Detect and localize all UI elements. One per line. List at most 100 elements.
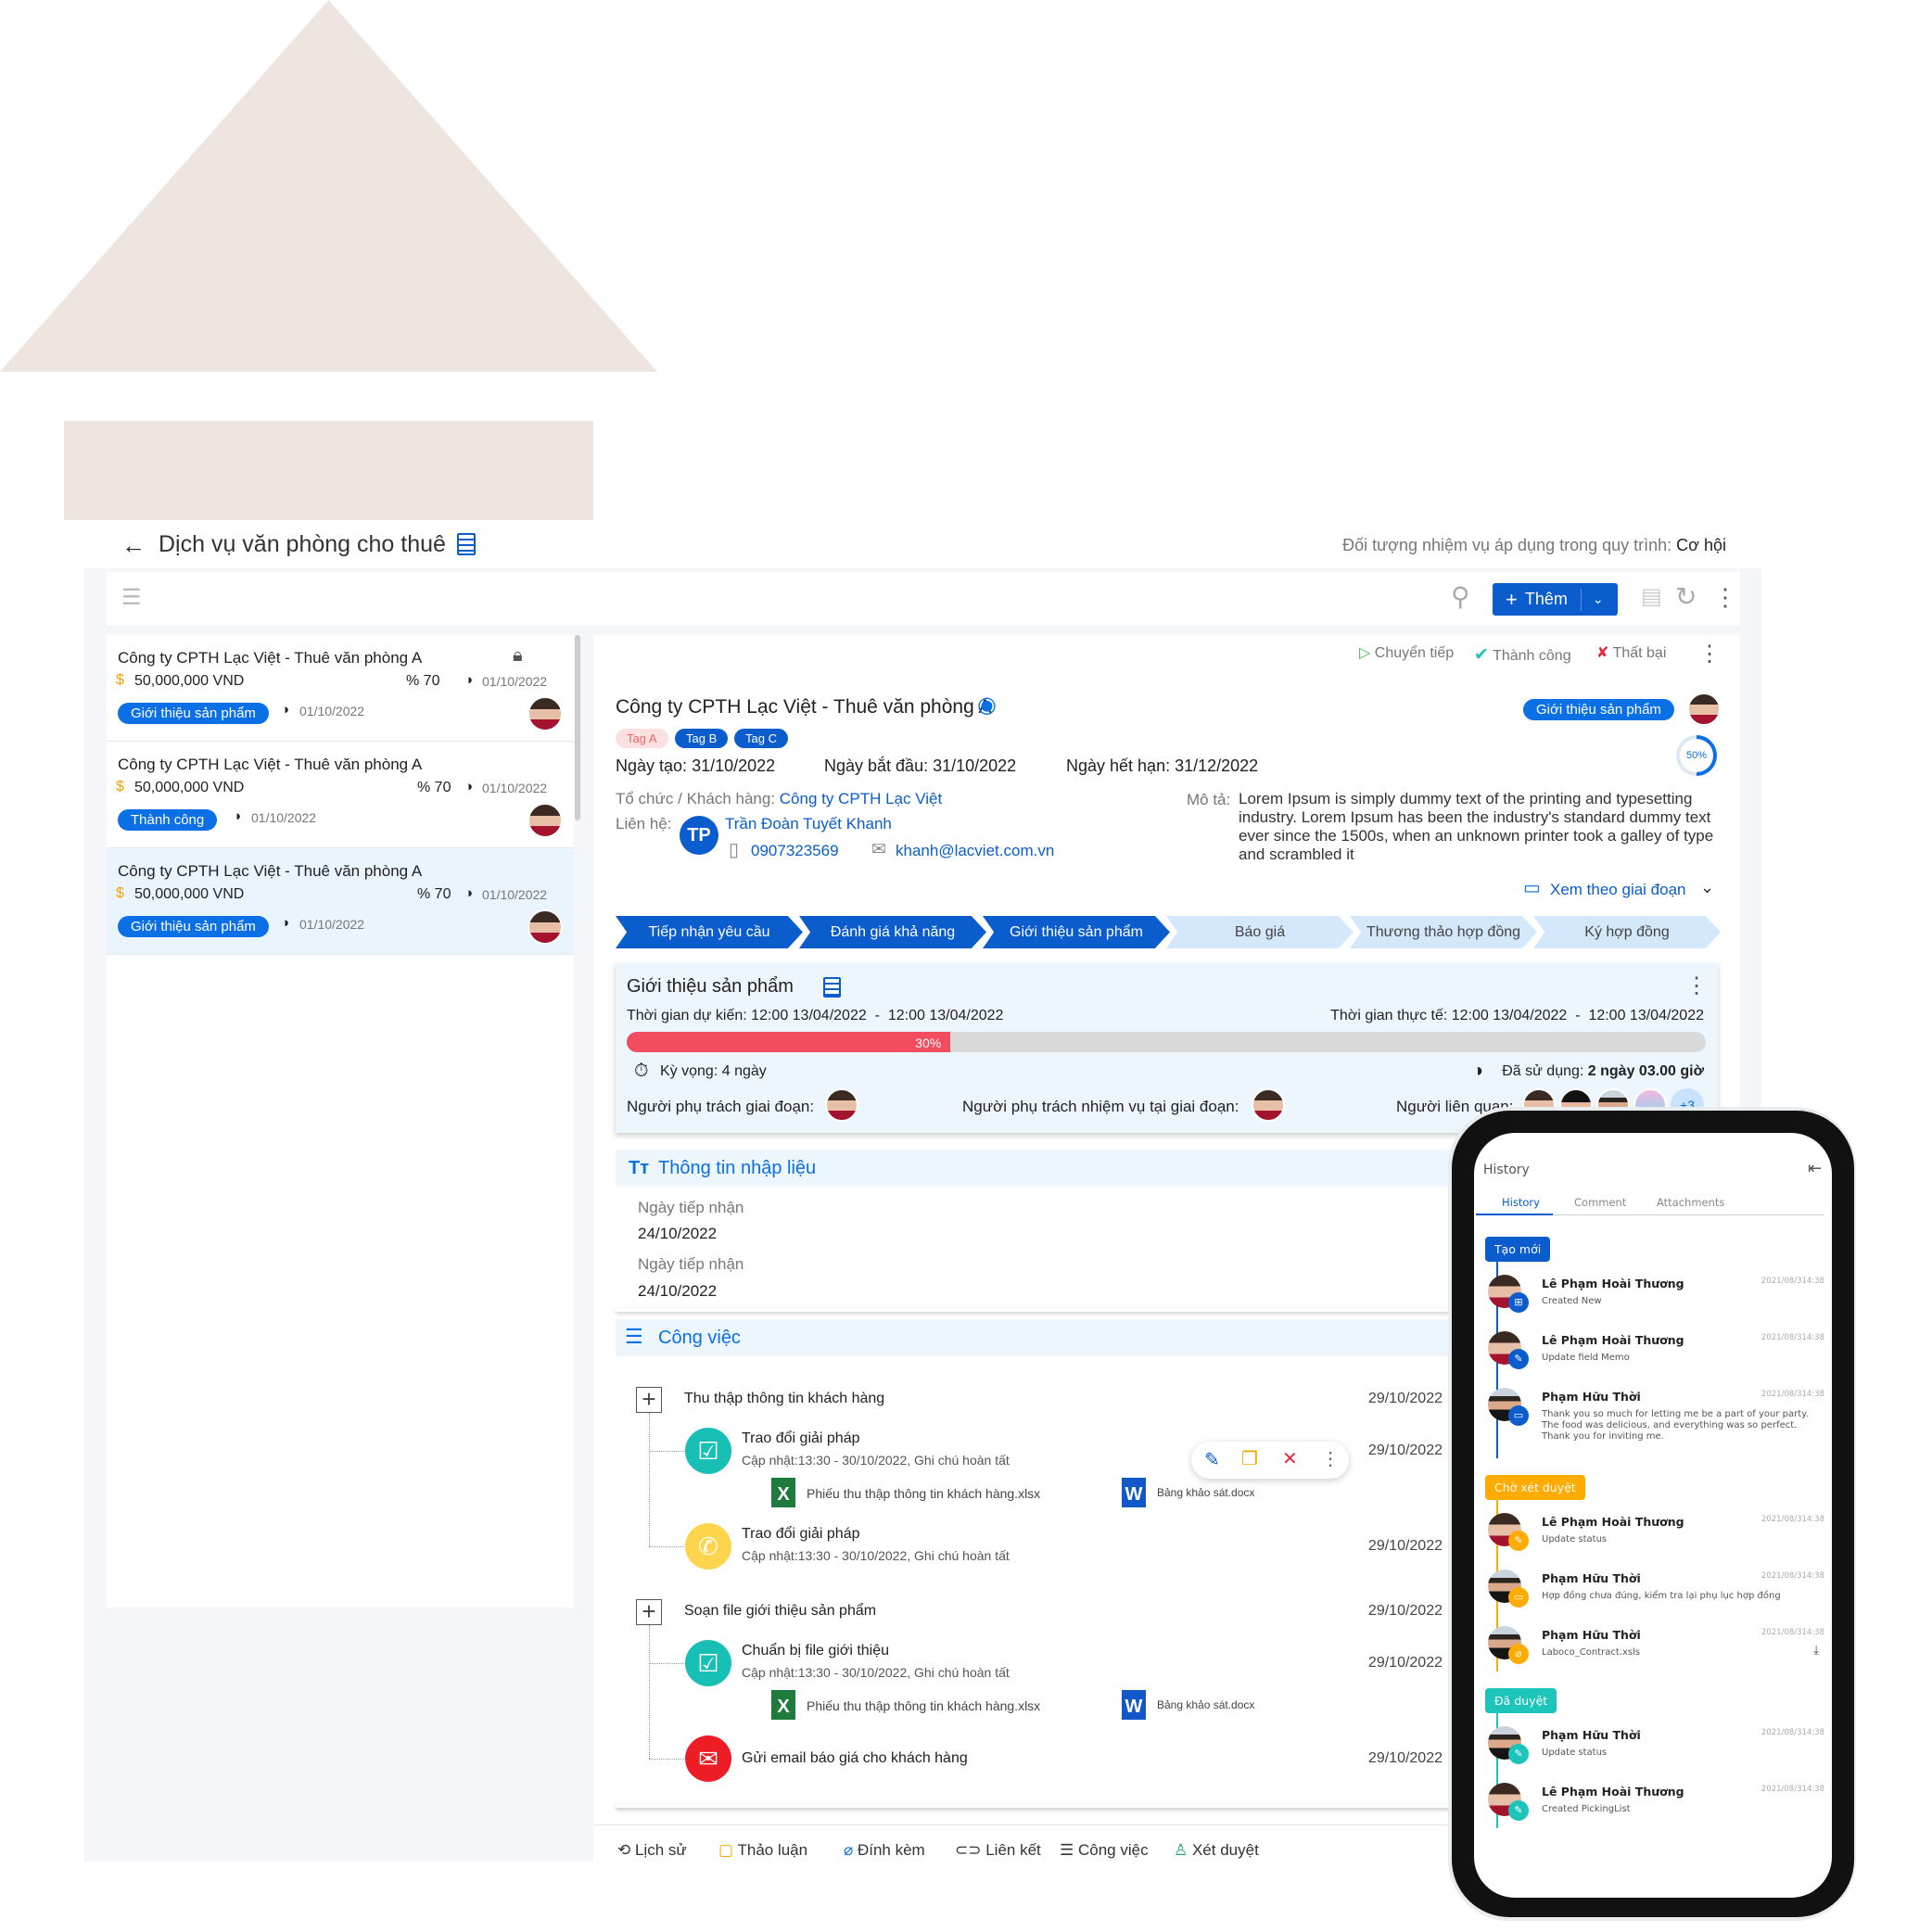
history-entry[interactable]: ⊞ Lê Phạm Hoài Thương Created New 2021/08/3…: [1474, 1273, 1832, 1329]
list-item[interactable]: Công ty CPTH Lạc Việt - Thuê văn phòng A…: [107, 848, 574, 955]
stage-step[interactable]: Ký hợp đồng: [1533, 916, 1721, 948]
stage-view-icon[interactable]: ▭: [1523, 879, 1541, 897]
list-item[interactable]: Công ty CPTH Lạc Việt - Thuê văn phòng A…: [107, 635, 574, 742]
history-phase: Chờ xét duyệt ✎ Lê Phạm Hoài Thương Update …: [1474, 1475, 1832, 1688]
tab-history[interactable]: History: [1502, 1197, 1540, 1209]
document-icon[interactable]: [823, 977, 841, 998]
add-button[interactable]: + Thêm ⌄: [1493, 583, 1618, 616]
tab-attachments[interactable]: Attachments: [1657, 1197, 1724, 1209]
eye-icon[interactable]: ◉: [977, 694, 997, 717]
stage-step[interactable]: Tiếp nhận yêu cầu: [616, 916, 803, 948]
history-entry[interactable]: ✎ Lê Phạm Hoài Thương Update field Memo 202…: [1474, 1329, 1832, 1386]
bottom-tab[interactable]: ☰ Công việc: [1060, 1841, 1149, 1860]
download-icon[interactable]: ⤓: [1813, 1645, 1819, 1657]
decor-rect: [64, 421, 593, 520]
more-actions-icon[interactable]: ⋮: [1698, 643, 1721, 666]
view-by-stage[interactable]: Xem theo giai đoạn: [1550, 882, 1686, 897]
stage-step[interactable]: Giới thiệu sản phẩm: [983, 916, 1170, 948]
lock-icon[interactable]: 🔒︎: [513, 646, 523, 665]
field-value[interactable]: 24/10/2022: [638, 1226, 717, 1241]
edit-icon[interactable]: ✎: [1204, 1451, 1220, 1469]
history-title: History: [1483, 1163, 1530, 1177]
bottom-tab-label: Xét duyệt: [1191, 1841, 1259, 1859]
list-item[interactable]: Công ty CPTH Lạc Việt - Thuê văn phòng A…: [107, 742, 574, 848]
chevron-down-icon[interactable]: ⌄: [1593, 591, 1604, 607]
progress-ring-label: 50%: [1680, 739, 1713, 772]
delete-icon[interactable]: ✕: [1282, 1450, 1298, 1468]
bottom-tab[interactable]: ▢ Thảo luận: [718, 1841, 807, 1860]
tab-comment[interactable]: Comment: [1574, 1197, 1626, 1209]
attachment-name[interactable]: Phiếu thu thập thông tin khách hàng.xlsx: [807, 1699, 1040, 1712]
tree-connector: [649, 1759, 684, 1760]
planned-value: 12:00 13/04/2022 - 12:00 13/04/2022: [751, 1008, 1004, 1023]
contact-phone[interactable]: 0907323569: [751, 843, 839, 858]
attachment-name[interactable]: Bảng khảo sát.docx: [1157, 1487, 1254, 1498]
search-icon[interactable]: ⚲: [1451, 584, 1470, 610]
forward-action[interactable]: ▷ Chuyển tiếp: [1359, 646, 1454, 661]
bottom-tab[interactable]: ⌀ Đính kèm: [844, 1841, 925, 1860]
tree-line: [649, 1625, 650, 1759]
stage-badge: Giới thiệu sản phẩm: [1523, 699, 1674, 720]
tag-b[interactable]: Tag B: [675, 729, 729, 748]
item-avatar[interactable]: [527, 803, 563, 838]
stage-card-title: Giới thiệu sản phẩm: [627, 976, 794, 997]
add-label: Thêm: [1524, 590, 1568, 608]
list-scrollbar[interactable]: [575, 635, 580, 820]
attachment-name[interactable]: Bảng khảo sát.docx: [1157, 1699, 1254, 1710]
bottom-tab[interactable]: ⊂⊃ Liên kết: [955, 1841, 1041, 1860]
list-view-icon[interactable]: ▤: [1641, 586, 1662, 608]
contact-email[interactable]: khanh@lacviet.com.vn: [896, 843, 1054, 858]
tree-connector: [649, 1451, 684, 1452]
stage-step[interactable]: Báo giá: [1166, 916, 1354, 948]
pencil-icon: ✎: [1508, 1531, 1529, 1551]
stage-more-icon[interactable]: ⋮: [1685, 975, 1708, 998]
check-task-icon: ☑: [685, 1428, 731, 1474]
owner-avatar[interactable]: [1687, 693, 1721, 726]
copy-icon[interactable]: ❐: [1241, 1450, 1258, 1468]
history-entry[interactable]: ⌀ Phạm Hữu Thời Laboco_Contract.xsls 2021/0…: [1474, 1624, 1832, 1681]
item-avatar[interactable]: [527, 909, 563, 945]
task-owner-avatar[interactable]: [1252, 1088, 1285, 1122]
refresh-icon[interactable]: ↻: [1675, 584, 1697, 610]
back-arrow-icon[interactable]: ←: [121, 533, 146, 557]
more-icon[interactable]: ⋮: [1321, 1450, 1340, 1468]
org-link[interactable]: Công ty CPTH Lạc Việt: [780, 790, 942, 807]
progress-fill: 30%: [627, 1032, 951, 1052]
plus-box-icon: ⊞: [1508, 1292, 1529, 1313]
tag-c[interactable]: Tag C: [734, 729, 788, 748]
contact-name[interactable]: Trần Đoàn Tuyết Khanh: [725, 816, 892, 832]
bottom-tab[interactable]: ♙ Xét duyệt: [1174, 1841, 1259, 1860]
excel-file-icon[interactable]: X: [771, 1478, 795, 1507]
bottom-tab[interactable]: ⟲ Lịch sử: [617, 1841, 687, 1860]
success-action[interactable]: ✔ Thành công: [1474, 646, 1571, 664]
more-icon[interactable]: ⋮: [1713, 585, 1737, 609]
progress-ring: 50%: [1676, 735, 1717, 776]
expand-icon[interactable]: +: [636, 1599, 662, 1625]
history-entry[interactable]: ▭ Phạm Hữu Thời Hợp đồng chưa đúng, kiểm t…: [1474, 1568, 1832, 1624]
word-file-icon[interactable]: W: [1122, 1478, 1146, 1507]
link-icon: ⊂⊃: [955, 1841, 986, 1859]
stage-owner-avatar[interactable]: [825, 1088, 858, 1122]
chevron-down-icon[interactable]: ⌄: [1700, 879, 1714, 896]
history-entry[interactable]: ▭ Phạm Hữu Thời Thank you so much for lett…: [1474, 1386, 1832, 1468]
task-title: Gửi email báo giá cho khách hàng: [742, 1750, 968, 1766]
item-stage-date: 01/10/2022: [251, 810, 317, 825]
excel-file-icon[interactable]: X: [771, 1690, 795, 1720]
word-file-icon[interactable]: W: [1122, 1690, 1146, 1720]
document-icon[interactable]: [457, 533, 476, 555]
fail-action[interactable]: ✘ Thất bại: [1596, 646, 1666, 661]
history-entry[interactable]: ✎ Phạm Hữu Thời Update status 2021/08/314:3…: [1474, 1724, 1832, 1781]
stage-step[interactable]: Thương thảo hợp đồng: [1350, 916, 1537, 948]
stage-step[interactable]: Đánh giá khả năng: [799, 916, 986, 948]
history-entry[interactable]: ✎ Lê Phạm Hoài Thương Created PickingList 2…: [1474, 1781, 1832, 1837]
history-entry[interactable]: ✎ Lê Phạm Hoài Thương Update status 2021/08…: [1474, 1511, 1832, 1568]
attachment-name[interactable]: Phiếu thu thập thông tin khách hàng.xlsx: [807, 1487, 1040, 1500]
filter-settings-icon[interactable]: ☰: [121, 587, 142, 609]
exit-icon[interactable]: ⇤: [1808, 1161, 1822, 1177]
expand-icon[interactable]: +: [636, 1387, 662, 1413]
tag-a[interactable]: Tag A: [616, 729, 668, 748]
field-value[interactable]: 24/10/2022: [638, 1283, 717, 1299]
item-stage-badge: Giới thiệu sản phẩm: [118, 703, 269, 724]
item-avatar[interactable]: [527, 696, 563, 731]
created-value: 31/10/2022: [692, 756, 776, 775]
